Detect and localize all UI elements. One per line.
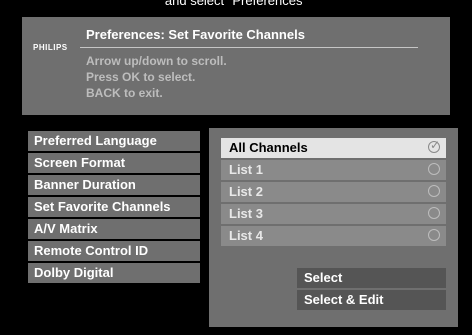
menu-item-dolby-digital[interactable]: Dolby Digital <box>28 263 200 283</box>
menu-item-preferred-language[interactable]: Preferred Language <box>28 131 200 151</box>
header-divider <box>80 47 418 48</box>
menu-item-remote-control-id[interactable]: Remote Control ID <box>28 241 200 261</box>
philips-logo: PHILIPS <box>33 43 68 52</box>
channel-row-label: List 4 <box>229 228 263 243</box>
channel-row-label: List 3 <box>229 206 263 221</box>
action-buttons: Select Select & Edit <box>297 268 446 312</box>
menu-item-set-favorite-channels[interactable]: Set Favorite Channels <box>28 197 200 217</box>
channel-row-label: List 2 <box>229 184 263 199</box>
preferences-menu: Preferred Language Screen Format Banner … <box>28 131 200 285</box>
top-caption: and select "Preferences" <box>164 0 308 8</box>
radio-icon[interactable] <box>428 229 440 241</box>
radio-icon[interactable] <box>428 207 440 219</box>
channel-row-list-4[interactable]: List 4 <box>221 226 446 246</box>
instruction-select: Press OK to select. <box>86 70 196 84</box>
instruction-scroll: Arrow up/down to scroll. <box>86 54 227 68</box>
menu-item-banner-duration[interactable]: Banner Duration <box>28 175 200 195</box>
menu-item-screen-format[interactable]: Screen Format <box>28 153 200 173</box>
checkmark-icon: ✓ <box>430 138 441 152</box>
channel-row-all-channels[interactable]: All Channels ✓ <box>221 138 446 158</box>
channel-row-list-3[interactable]: List 3 <box>221 204 446 224</box>
radio-icon[interactable] <box>428 163 440 175</box>
channel-row-label: All Channels <box>229 140 308 155</box>
radio-checked-icon[interactable]: ✓ <box>428 138 441 153</box>
channel-list: All Channels ✓ List 1 List 2 List 3 List… <box>221 138 446 248</box>
select-button[interactable]: Select <box>297 268 446 288</box>
radio-icon[interactable] <box>428 185 440 197</box>
channel-row-list-1[interactable]: List 1 <box>221 160 446 180</box>
header-panel: PHILIPS Preferences: Set Favorite Channe… <box>22 17 450 115</box>
channel-row-list-2[interactable]: List 2 <box>221 182 446 202</box>
select-edit-button[interactable]: Select & Edit <box>297 290 446 310</box>
favorite-channels-panel: All Channels ✓ List 1 List 2 List 3 List… <box>209 128 458 327</box>
instruction-exit: BACK to exit. <box>86 86 163 100</box>
menu-item-av-matrix[interactable]: A/V Matrix <box>28 219 200 239</box>
page-title: Preferences: Set Favorite Channels <box>86 27 305 42</box>
instructions: Arrow up/down to scroll. Press OK to sel… <box>86 53 227 101</box>
channel-row-label: List 1 <box>229 162 263 177</box>
